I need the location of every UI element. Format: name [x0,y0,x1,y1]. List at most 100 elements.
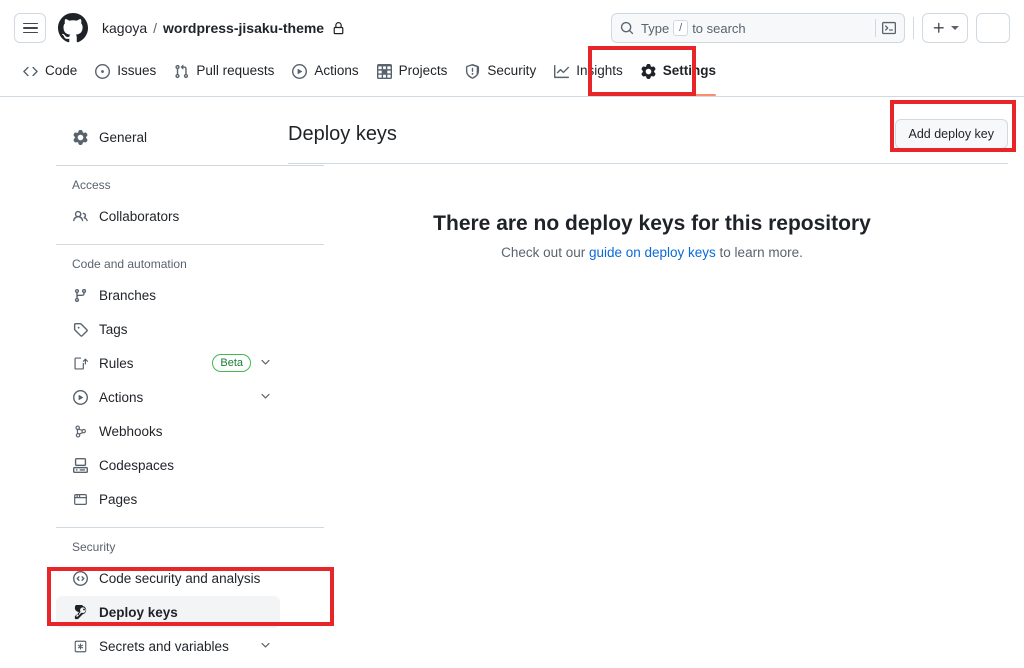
sidebar-item-label: Tags [99,321,128,337]
search-placeholder-text: Type / to search [641,20,875,36]
sidebar-item-label: Secrets and variables [99,638,229,654]
global-header: kagoya / wordpress-jisaku-theme Type / t… [0,0,1024,56]
play-icon [292,63,308,79]
tab-label: Security [487,63,537,79]
git-pull-request-icon [175,64,189,78]
sidebar-item-branches[interactable]: Branches [56,279,280,311]
chevron-down-icon[interactable] [259,638,272,654]
chevron-down-icon[interactable] [259,389,272,405]
sidebar-item-webhooks[interactable]: Webhooks [56,415,280,447]
github-logo-icon[interactable] [58,13,88,43]
sidebar-item-label: Webhooks [99,423,163,439]
sidebar-item-label: Rules [99,355,134,371]
sidebar-section-security-label: Security [72,540,116,554]
sidebar-item-label: General [99,129,148,145]
repository-nav: Code Issues Pull requests Actions Projec… [0,56,1024,97]
sidebar-item-label: Deploy keys [99,604,178,620]
add-deploy-key-button[interactable]: Add deploy key [894,119,1008,149]
search-input[interactable]: Type / to search [611,13,905,43]
sidebar-item-rules[interactable]: Rules Beta [56,347,280,379]
sidebar-item-tags[interactable]: Tags [56,313,280,345]
empty-state-text-before: Check out our [501,245,589,260]
git-branch-icon [72,288,88,303]
tab-label: Settings [662,63,716,79]
graph-icon [554,64,570,78]
sidebar-item-actions[interactable]: Actions [56,381,280,413]
breadcrumb: kagoya / wordpress-jisaku-theme [102,20,345,36]
tab-insights[interactable]: Insights [545,56,632,96]
github-repository-settings-page: kagoya / wordpress-jisaku-theme Type / t… [0,0,1024,668]
beta-badge: Beta [212,354,251,372]
tab-label: Actions [314,63,359,79]
sidebar-item-collaborators[interactable]: Collaborators [56,200,280,232]
table-icon [376,63,392,79]
tab-label: Pull requests [196,63,275,79]
issue-opened-icon [95,63,111,79]
webhook-icon [72,424,88,439]
sidebar-item-meta [259,638,272,654]
chevron-down-icon[interactable] [259,355,272,371]
tab-label: Projects [398,63,448,79]
sidebar-item-deploy-keys[interactable]: Deploy keys [48,596,280,628]
chevron-down-icon [950,26,959,30]
breadcrumb-owner[interactable]: kagoya [102,20,147,36]
tab-settings[interactable]: Settings [632,56,725,96]
sidebar-item-meta: Beta [212,354,272,372]
rules-icon [72,356,88,371]
key-icon [72,604,88,620]
breadcrumb-separator: / [153,20,158,36]
sidebar-item-secrets-and-variables[interactable]: Secrets and variables [56,630,280,662]
content-header: Deploy keys Add deploy key [288,119,1008,164]
avatar[interactable] [976,13,1010,43]
sidebar-item-label: Pages [99,491,138,507]
tab-code[interactable]: Code [14,56,86,96]
sidebar-section-code-automation-label: Code and automation [72,257,187,271]
code-icon [23,66,38,76]
header-actions: Type / to search [611,13,1010,43]
tab-pull-requests[interactable]: Pull requests [165,56,283,96]
search-icon [620,21,634,35]
lock-icon [332,21,345,35]
empty-state-subtitle: Check out our guide on deploy keys to le… [288,245,1016,260]
tab-label: Code [45,63,78,79]
breadcrumb-repo[interactable]: wordpress-jisaku-theme [163,20,324,36]
page-title: Deploy keys [288,122,397,145]
tab-issues[interactable]: Issues [86,56,165,96]
tab-label: Issues [117,63,157,79]
search-slash-key: / [673,20,689,36]
shield-icon [466,63,480,79]
empty-state-text-after: to learn more. [715,245,803,260]
empty-state-title: There are no deploy keys for this reposi… [433,212,871,235]
sidebar-item-meta [259,389,272,405]
tab-actions[interactable]: Actions [283,56,367,96]
sidebar-item-code-security-and-analysis[interactable]: Code security and analysis [56,562,280,594]
tab-security[interactable]: Security [456,56,545,96]
sidebar-item-label: Code security and analysis [99,570,261,586]
codespaces-icon [72,457,88,473]
sidebar-item-label: Branches [99,287,157,303]
sidebar-item-pages[interactable]: Pages [56,483,280,515]
settings-sidebar: General Access Collaborators Code and au… [0,97,324,668]
page-body: General Access Collaborators Code and au… [0,97,1024,668]
sidebar-item-label: Actions [99,389,144,405]
sidebar-item-label: Collaborators [99,208,180,224]
sidebar-item-general[interactable]: General [56,121,280,153]
search-suffix: to search [692,20,746,36]
guide-on-deploy-keys-link[interactable]: guide on deploy keys [589,245,716,260]
gear-icon [72,129,88,145]
header-divider [913,17,914,39]
search-prefix: Type [641,20,670,36]
tag-icon [72,322,88,337]
sidebar-item-codespaces[interactable]: Codespaces [56,449,280,481]
code-review-icon [72,570,88,586]
plus-icon [933,22,944,33]
create-new-button[interactable] [922,13,968,43]
main-content: Deploy keys Add deploy key There are no … [280,97,1024,668]
browser-icon [72,492,88,507]
hamburger-menu-icon[interactable] [14,13,46,43]
empty-state: There are no deploy keys for this reposi… [288,164,1016,260]
tab-projects[interactable]: Projects [368,56,457,96]
terminal-icon[interactable] [875,19,896,37]
people-icon [72,209,88,224]
tab-label: Insights [576,63,623,79]
